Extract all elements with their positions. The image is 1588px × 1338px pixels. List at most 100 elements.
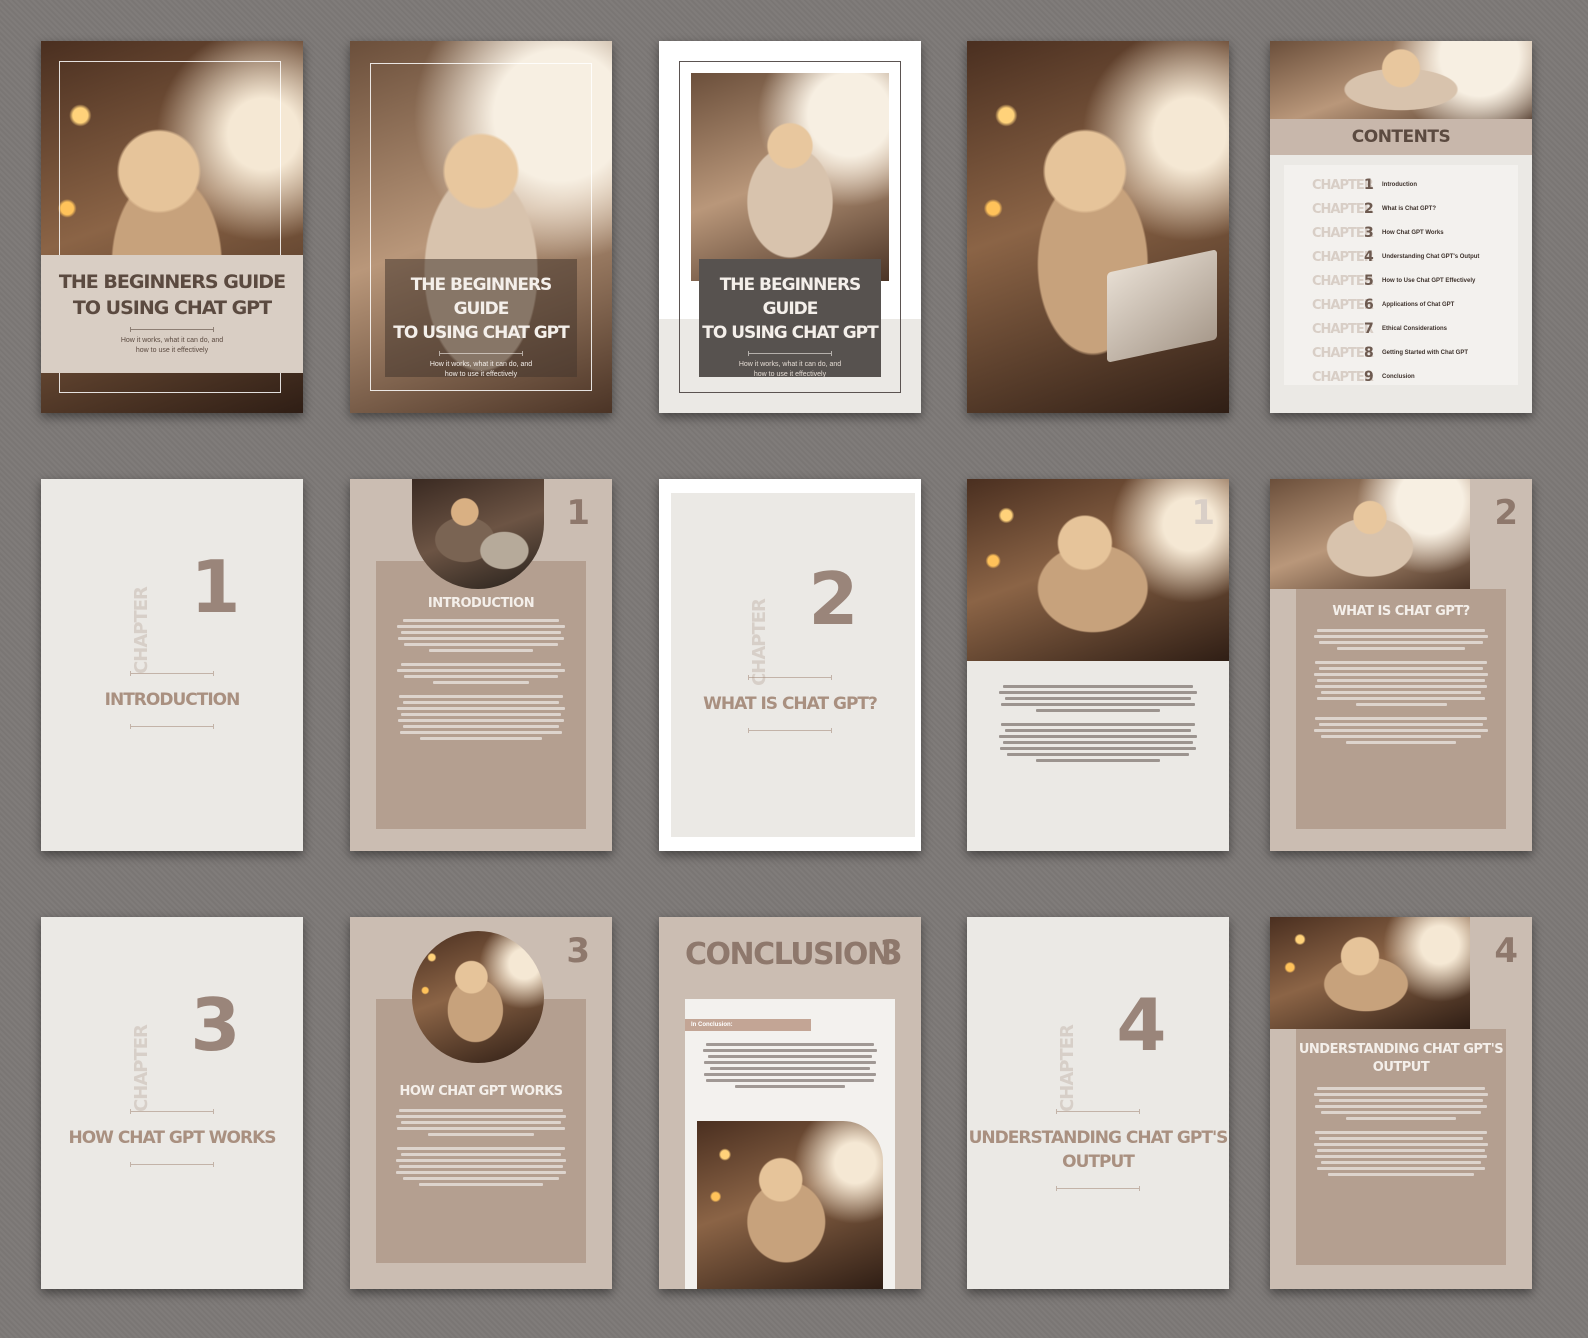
cover-subtitle-line2: how to use it effectively bbox=[135, 347, 209, 354]
divider bbox=[130, 671, 214, 676]
chapter-heading: CHAPTER 3 bbox=[41, 983, 303, 1112]
divider bbox=[130, 1109, 214, 1114]
toc-item[interactable]: CHAPTER 5 How to Use Chat GPT Effectively bbox=[1284, 269, 1518, 293]
conclusion-page[interactable]: CONCLUSION 3 In Conclusion: bbox=[659, 917, 921, 1289]
page-inner bbox=[671, 493, 915, 837]
chapter-1-page[interactable]: CHAPTER 1 INTRODUCTION bbox=[41, 479, 303, 851]
chapter-photo bbox=[1270, 917, 1470, 1029]
cover-page-2[interactable]: THE BEGINNERS GUIDE TO USING CHAT GPT How… bbox=[350, 41, 612, 413]
toc-number: 2 bbox=[1364, 201, 1374, 217]
toc-number: 8 bbox=[1364, 345, 1374, 361]
body-text bbox=[995, 685, 1201, 765]
full-photo bbox=[967, 41, 1229, 413]
chapter-3-page[interactable]: CHAPTER 3 HOW CHAT GPT WORKS bbox=[41, 917, 303, 1289]
toc-chapter-word: CHAPTER bbox=[1312, 369, 1374, 385]
photo-page[interactable] bbox=[967, 41, 1229, 413]
chapter-number: 3 bbox=[190, 983, 241, 1067]
divider bbox=[1056, 1109, 1140, 1114]
toc-number: 7 bbox=[1364, 321, 1374, 337]
contents-heading: CONTENTS bbox=[1351, 127, 1451, 147]
toc-item[interactable]: CHAPTER 7 Ethical Considerations bbox=[1284, 317, 1518, 341]
cover-title-band: THE BEGINNERS GUIDE TO USING CHAT GPT How… bbox=[385, 259, 577, 378]
chapter-heading: CHAPTER2 bbox=[659, 563, 921, 686]
cover-title-line2: TO USING CHAT GPT bbox=[702, 323, 879, 343]
chapter-title: HOW CHAT GPT WORKS bbox=[68, 1128, 276, 1148]
conclusion-photo bbox=[697, 1121, 883, 1289]
toc-chapter-word: CHAPTER bbox=[1312, 297, 1374, 313]
body-text bbox=[1310, 1087, 1492, 1179]
chapter-4-page[interactable]: CHAPTER 4 UNDERSTANDING CHAT GPT'S OUTPUT bbox=[967, 917, 1229, 1289]
toc-title: Applications of Chat GPT bbox=[1382, 302, 1455, 308]
toc-title: How Chat GPT Works bbox=[1382, 230, 1444, 236]
toc-title: Introduction bbox=[1382, 182, 1417, 188]
chapter-heading: CHAPTER 4 bbox=[967, 989, 1229, 1112]
divider bbox=[130, 327, 214, 332]
chapter-word: CHAPTER bbox=[1056, 1025, 1078, 1112]
cover-page-1[interactable]: THE BEGINNERS GUIDE TO USING CHAT GPT How… bbox=[41, 41, 303, 413]
toc-item[interactable]: CHAPTER 3 How Chat GPT Works bbox=[1284, 221, 1518, 245]
section-title: HOW CHAT GPT WORKS bbox=[399, 1084, 563, 1099]
chapter-title: WHAT IS CHAT GPT? bbox=[703, 694, 878, 714]
understanding-output-page[interactable]: 4 UNDERSTANDING CHAT GPT'S OUTPUT bbox=[1270, 917, 1532, 1289]
toc-number: 9 bbox=[1364, 369, 1374, 385]
chapter-word: CHAPTER bbox=[130, 1025, 152, 1112]
contents-page[interactable]: CONTENTS CHAPTER 1 Introduction CHAPTER 2 Wh… bbox=[1270, 41, 1532, 413]
toc-number: 1 bbox=[1364, 177, 1374, 193]
divider bbox=[130, 1162, 214, 1167]
toc-number: 6 bbox=[1364, 297, 1374, 313]
toc-chapter-word: CHAPTER bbox=[1312, 225, 1374, 241]
toc-chapter-word: CHAPTER bbox=[1312, 249, 1374, 265]
toc-chapter-word: CHAPTER bbox=[1312, 321, 1374, 337]
section-title: INTRODUCTION bbox=[427, 596, 535, 611]
toc-title: Understanding Chat GPT's Output bbox=[1382, 254, 1480, 260]
introduction-page[interactable]: INTRODUCTION 1 bbox=[350, 479, 612, 851]
toc-item[interactable]: CHAPTER 8 Getting Started with Chat GPT bbox=[1284, 341, 1518, 365]
section-title: CONCLUSION bbox=[685, 937, 892, 972]
toc-chapter-word: CHAPTER bbox=[1312, 273, 1374, 289]
cover-title-band: THE BEGINNERS GUIDE TO USING CHAT GPT How… bbox=[41, 255, 303, 373]
toc-number: 4 bbox=[1364, 249, 1374, 265]
toc-item[interactable]: CHAPTER 2 What is Chat GPT? bbox=[1284, 197, 1518, 221]
divider bbox=[439, 351, 523, 356]
chapter-title-line1: UNDERSTANDING CHAT GPT'S bbox=[968, 1128, 1229, 1148]
chapter-corner-number: 1 bbox=[566, 493, 590, 533]
toc-title: Conclusion bbox=[1382, 374, 1415, 380]
toc-title: Getting Started with Chat GPT bbox=[1382, 350, 1469, 356]
chapter-1-text-page[interactable]: 1 bbox=[967, 479, 1229, 851]
body-text bbox=[699, 1043, 881, 1091]
divider bbox=[1056, 1186, 1140, 1191]
cover-title-line1: THE BEGINNERS GUIDE bbox=[719, 275, 862, 319]
toc-title: How to Use Chat GPT Effectively bbox=[1382, 278, 1476, 284]
toc-item[interactable]: CHAPTER 9 Conclusion bbox=[1284, 365, 1518, 389]
body-text bbox=[1310, 629, 1492, 747]
cover-title-line1: THE BEGINNERS GUIDE bbox=[58, 271, 286, 293]
how-chat-gpt-works-page[interactable]: HOW CHAT GPT WORKS 3 bbox=[350, 917, 612, 1289]
chapter-photo bbox=[1270, 479, 1470, 589]
chapter-heading: CHAPTER 1 bbox=[41, 551, 303, 674]
cover-subtitle-line1: How it works, what it can do, and bbox=[738, 361, 842, 368]
toc-item[interactable]: CHAPTER 4 Understanding Chat GPT's Output bbox=[1284, 245, 1518, 269]
cover-title-band: THE BEGINNERS GUIDE TO USING CHAT GPT How… bbox=[699, 259, 881, 378]
what-is-chat-gpt-page[interactable]: 2 WHAT IS CHAT GPT? bbox=[1270, 479, 1532, 851]
toc-item[interactable]: CHAPTER 6 Applications of Chat GPT bbox=[1284, 293, 1518, 317]
cover-photo bbox=[691, 73, 889, 281]
chapter-corner-number: 3 bbox=[566, 931, 590, 971]
cover-title-line2: TO USING CHAT GPT bbox=[393, 323, 570, 343]
content-card: UNDERSTANDING CHAT GPT'S OUTPUT bbox=[1296, 1029, 1506, 1265]
cover-page-3[interactable]: THE BEGINNERS GUIDE TO USING CHAT GPT How… bbox=[659, 41, 921, 413]
chapter-corner-number: 1 bbox=[1191, 493, 1215, 533]
chapter-corner-number: 4 bbox=[1494, 931, 1518, 971]
chapter-2-page[interactable]: CHAPTER2 WHAT IS CHAT GPT? bbox=[659, 479, 921, 851]
chapter-corner-number: 3 bbox=[879, 933, 903, 973]
body-text bbox=[394, 619, 568, 743]
toc-chapter-word: CHAPTER bbox=[1312, 177, 1374, 193]
cover-title-line1: THE BEGINNERS GUIDE bbox=[410, 275, 553, 319]
content-card: WHAT IS CHAT GPT? bbox=[1296, 589, 1506, 829]
toc-title: Ethical Considerations bbox=[1382, 326, 1448, 332]
chapter-title-line2: OUTPUT bbox=[1062, 1152, 1135, 1172]
divider bbox=[748, 675, 832, 680]
chapter-word: CHAPTER bbox=[130, 587, 152, 674]
toc-item[interactable]: CHAPTER 1 Introduction bbox=[1284, 173, 1518, 197]
cover-subtitle-line1: How it works, what it can do, and bbox=[429, 361, 533, 368]
section-title: WHAT IS CHAT GPT? bbox=[1332, 604, 1470, 619]
